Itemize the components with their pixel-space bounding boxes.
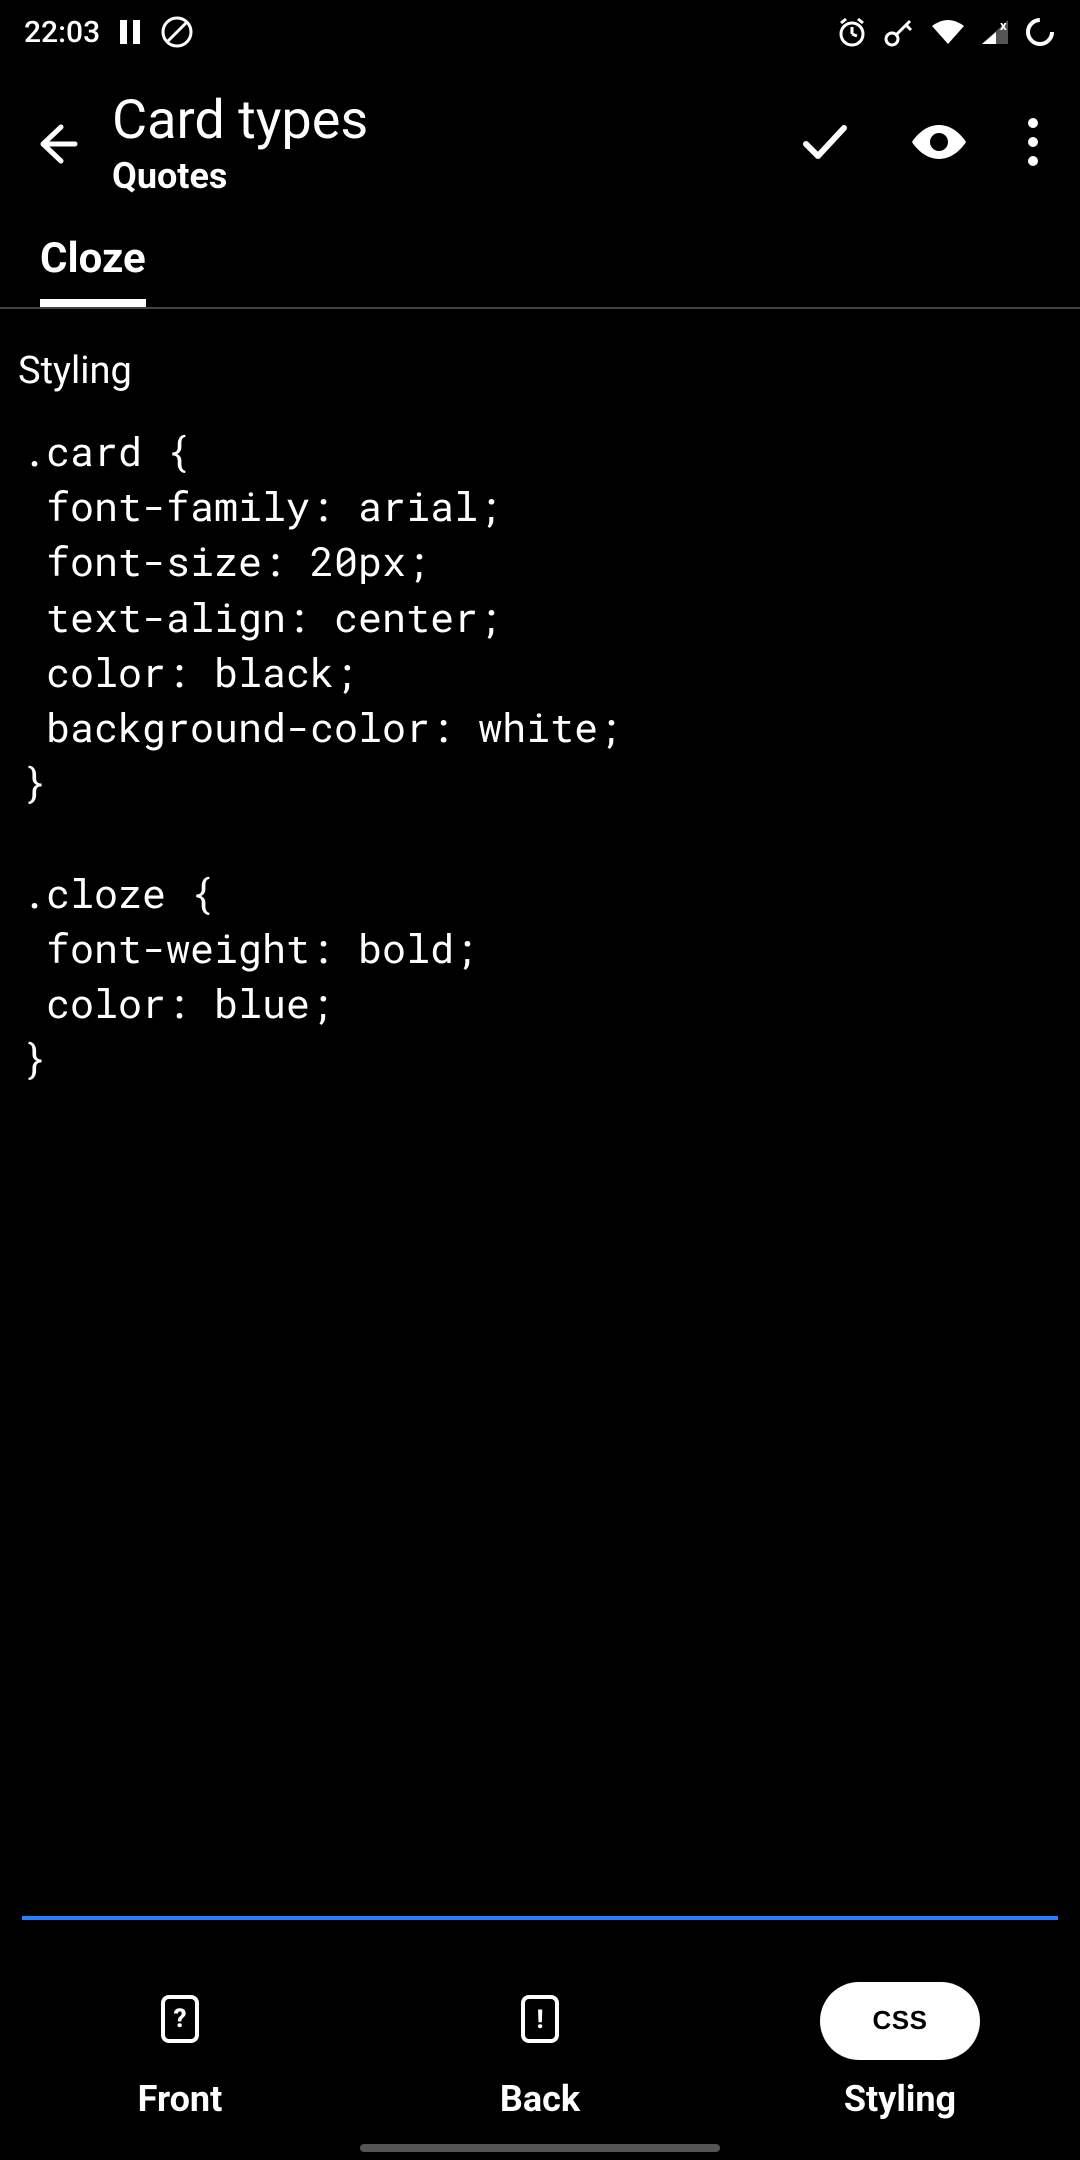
nav-front[interactable]: ? Front (2, 1982, 358, 2120)
styling-editor[interactable] (22, 423, 1058, 1920)
app-bar: Card types Quotes (0, 64, 1080, 224)
wifi-icon (930, 18, 966, 46)
svg-text:!: ! (536, 2005, 543, 2035)
alarm-icon (836, 16, 868, 48)
page-title: Card types (112, 91, 796, 150)
overflow-menu-button[interactable] (1026, 116, 1040, 172)
confirm-button[interactable] (796, 114, 852, 174)
nav-back-label: Back (500, 2078, 580, 2120)
bottom-nav: ? Front ! Back CSS Styling (0, 1940, 1080, 2160)
tab-cloze[interactable]: Cloze (40, 234, 146, 307)
card-type-tabs: Cloze (0, 224, 1080, 309)
nav-back[interactable]: ! Back (362, 1982, 718, 2120)
globe-block-icon (160, 15, 194, 49)
preview-button[interactable] (908, 121, 970, 167)
pause-icon (118, 18, 142, 46)
gesture-bar (360, 2144, 720, 2152)
front-card-icon: ? (159, 1993, 201, 2049)
nav-styling-label: Styling (844, 2078, 956, 2120)
signal-icon: x (980, 18, 1010, 46)
svg-text:?: ? (173, 2004, 186, 2034)
nav-front-label: Front (138, 2078, 223, 2120)
page-subtitle: Quotes (112, 155, 796, 197)
nav-styling[interactable]: CSS Styling (722, 1982, 1078, 2120)
svg-text:x: x (1000, 19, 1007, 34)
back-card-icon: ! (519, 1993, 561, 2049)
status-clock: 22:03 (24, 15, 100, 50)
css-icon: CSS (873, 2005, 928, 2036)
key-icon (882, 15, 916, 49)
status-bar: 22:03 x (0, 0, 1080, 64)
loading-ring-icon (1024, 16, 1056, 48)
back-button[interactable] (20, 119, 92, 169)
section-label-styling: Styling (0, 309, 1080, 423)
